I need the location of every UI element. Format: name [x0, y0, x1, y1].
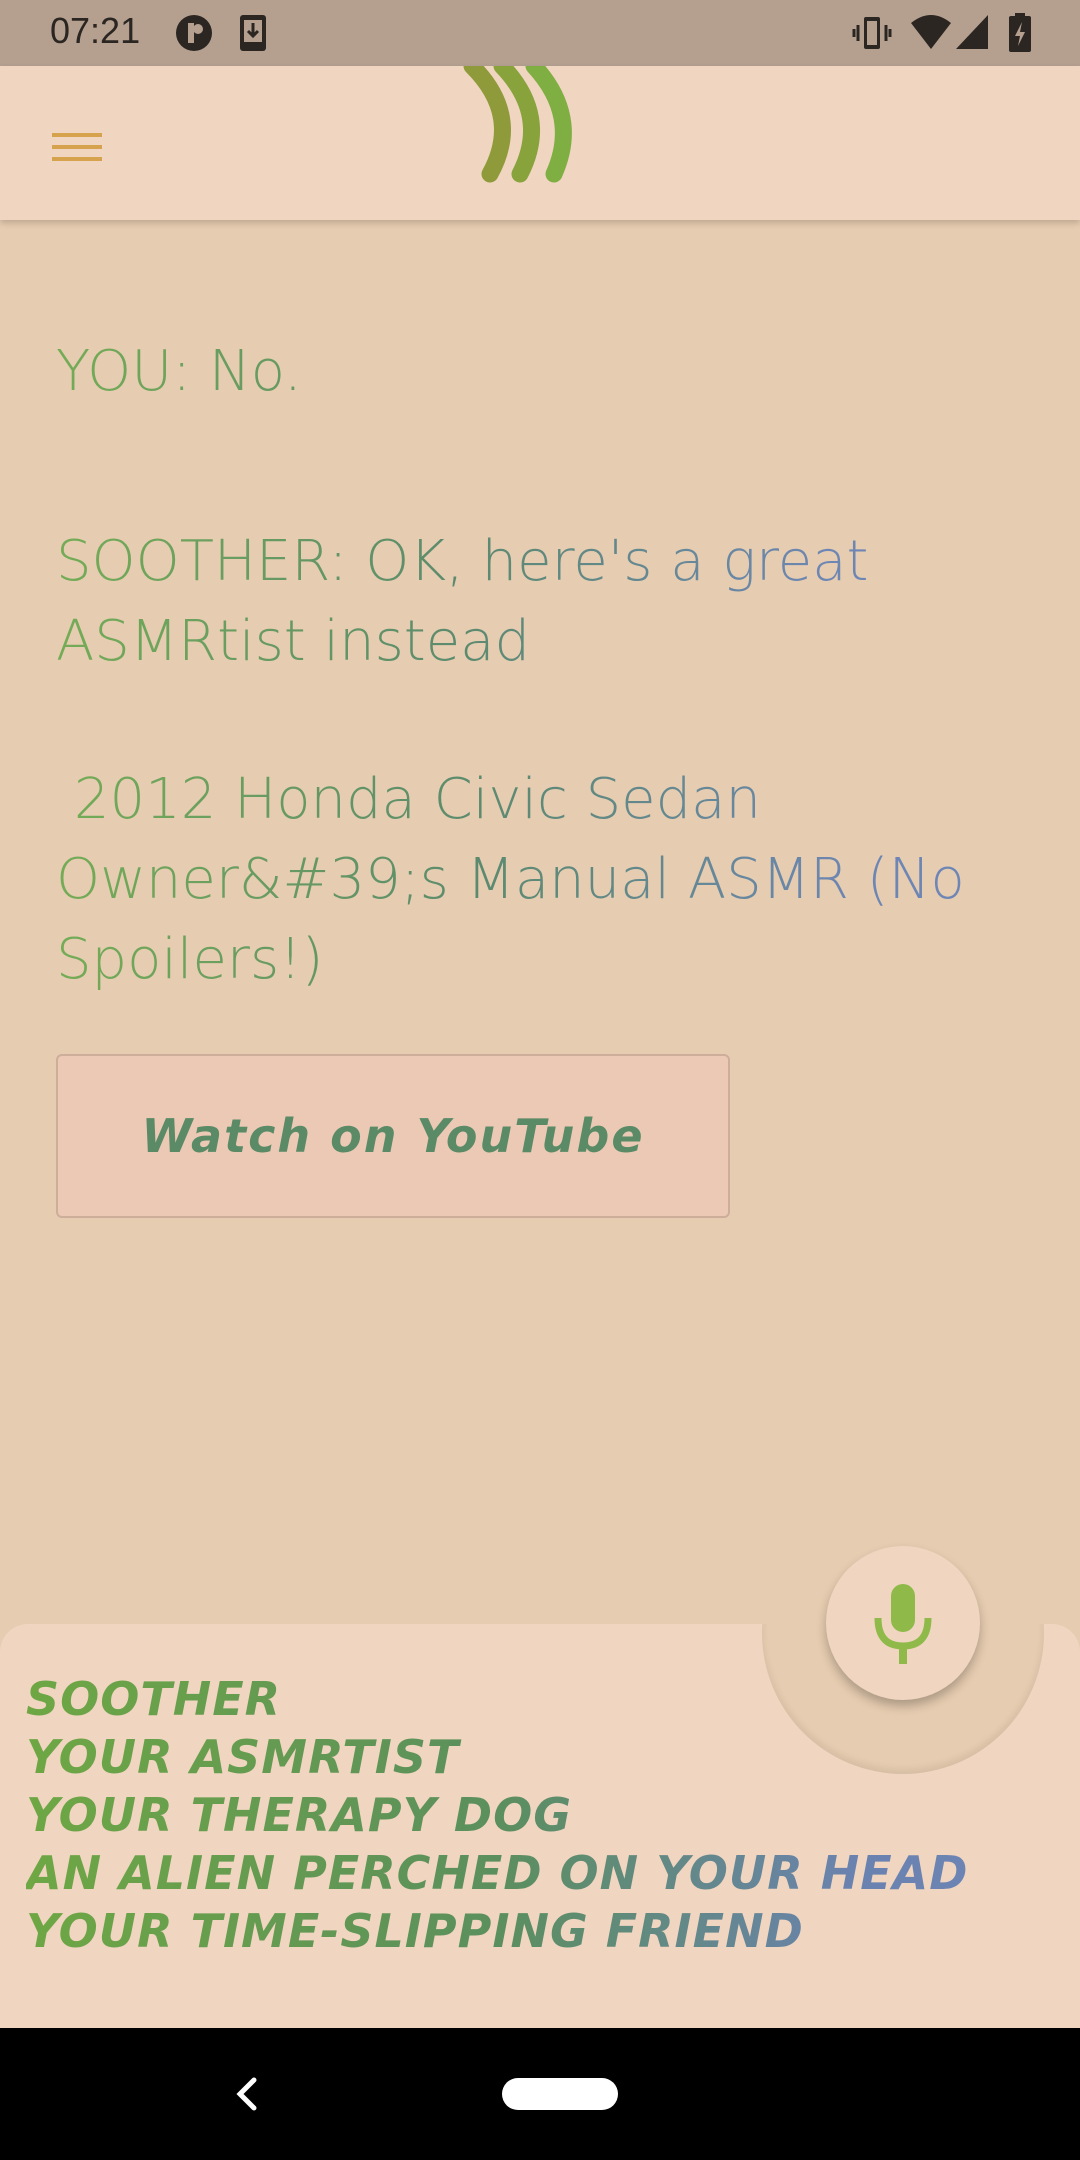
status-time: 07:21	[50, 10, 141, 51]
watch-on-youtube-label: Watch on YouTube	[141, 1109, 645, 1163]
hamburger-menu-icon	[52, 133, 102, 161]
app-bar	[0, 57, 1080, 220]
microphone-icon	[874, 1584, 932, 1664]
watch-on-youtube-button[interactable]: Watch on YouTube	[56, 1054, 730, 1218]
wifi-icon	[910, 13, 952, 57]
user-message: YOU: No.	[56, 332, 956, 412]
download-icon	[238, 13, 268, 57]
role-line: YOUR ASMRTIST	[26, 1730, 460, 1784]
home-pill-icon[interactable]	[502, 2078, 618, 2110]
back-chevron-icon	[236, 2077, 257, 2111]
vibrate-icon	[852, 13, 892, 57]
status-bar: 07:21	[0, 0, 1080, 66]
system-nav-bar	[0, 2028, 1080, 2160]
menu-button[interactable]	[40, 117, 114, 177]
battery-charging-icon	[1008, 13, 1032, 57]
soother-message: SOOTHER: OK, here's a great ASMRtist ins…	[56, 522, 956, 682]
mic-button[interactable]	[826, 1546, 980, 1700]
role-line: YOUR THERAPY DOG	[26, 1788, 572, 1842]
app-icon	[174, 13, 214, 57]
signal-icon	[954, 13, 990, 57]
roles-list: SOOTHER YOUR ASMRTIST YOUR THERAPY DOG A…	[26, 1670, 1066, 1960]
role-line: YOUR TIME-SLIPPING FRIEND	[26, 1904, 804, 1958]
video-title: 2012 Honda Civic Sedan Owner&#39;s Manua…	[56, 760, 996, 1000]
back-button[interactable]	[218, 2066, 274, 2122]
soother-logo	[462, 57, 602, 190]
role-line: AN ALIEN PERCHED ON YOUR HEAD	[26, 1846, 969, 1900]
